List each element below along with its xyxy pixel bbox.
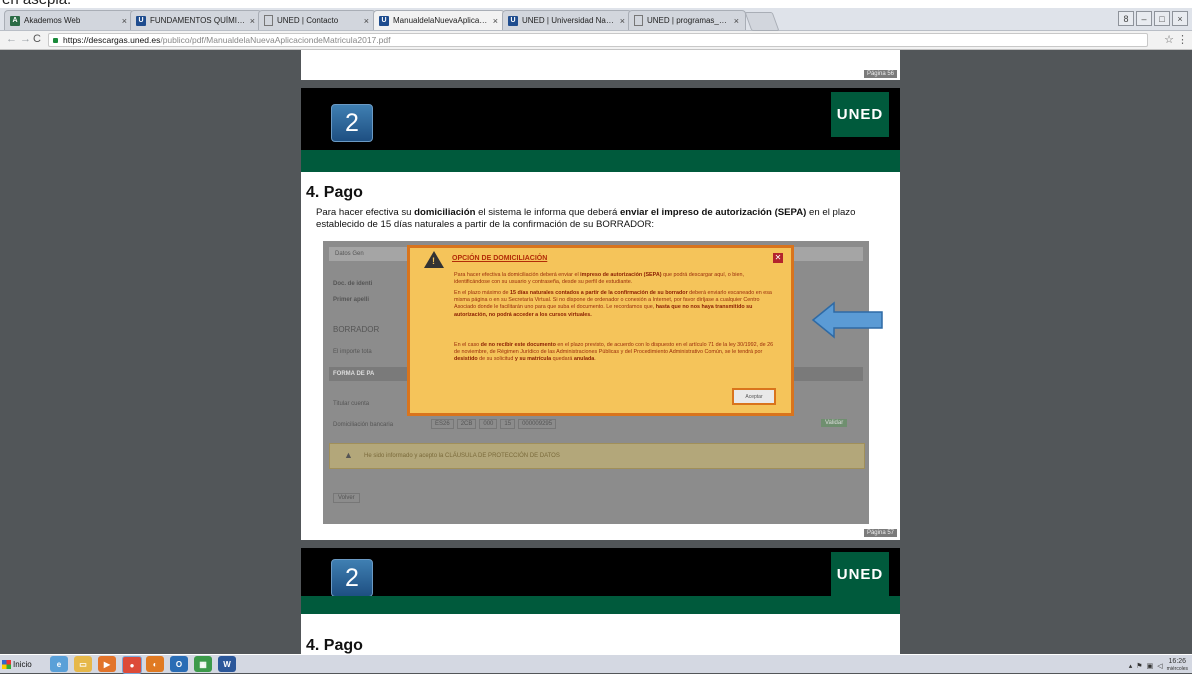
bg-label: BORRADOR — [333, 325, 380, 334]
warning-icon — [424, 251, 444, 268]
close-icon[interactable]: × — [250, 16, 255, 26]
tab-label: UNED | Universidad Nacion — [522, 16, 616, 25]
section-banner: 2 UNED — [301, 88, 900, 172]
modal-paragraph-2: En el plazo máximo de 15 días naturales … — [454, 290, 772, 318]
tab-label: UNED | Contacto — [277, 16, 339, 25]
tab-manual-pdf[interactable]: U ManualdelaNuevaAplicacion × — [373, 10, 505, 30]
lock-icon — [53, 37, 58, 43]
windows-taskbar: Inicio e ▭ ▶ ● ◐ O ▦ W ▴ ⚑ ▣ ◁ 16:26 miér… — [0, 654, 1192, 674]
url-input[interactable]: https://descargas.uned.es /publico/pdf/M… — [48, 33, 1148, 47]
internet-explorer-icon[interactable]: e — [50, 656, 68, 672]
minimize-icon[interactable]: – — [1136, 11, 1152, 26]
section-heading: 4. Pago — [306, 184, 363, 201]
bg-label: Primer apelli — [333, 297, 370, 303]
modal-title: OPCIÓN DE DOMICILIACIÓN — [452, 255, 548, 262]
close-window-icon[interactable]: × — [1172, 11, 1188, 26]
close-icon[interactable]: × — [122, 16, 127, 26]
banner-green-bar — [301, 150, 900, 172]
caption-fragment: en asepia. — [0, 0, 1192, 8]
tab-label: ManualdelaNuevaAplicacion — [393, 16, 489, 25]
tray-arrow-icon[interactable]: ▴ — [1129, 662, 1133, 670]
start-button[interactable]: Inicio — [2, 657, 42, 671]
pointer-arrow-icon — [811, 301, 883, 339]
uned-favicon-icon: U — [379, 15, 389, 26]
media-player-icon[interactable]: ▶ — [98, 656, 116, 672]
close-icon[interactable]: × — [364, 16, 369, 26]
address-bar: ← → C https://descargas.uned.es /publico… — [0, 31, 1192, 50]
document-favicon-icon — [634, 15, 643, 26]
pdf-page-56: Página 56 — [301, 50, 900, 80]
firefox-icon[interactable]: ◐ — [146, 656, 164, 672]
clock[interactable]: 16:26 miércoles — [1167, 658, 1188, 673]
pdf-viewer[interactable]: Página 56 2 UNED 4. Pago Para hacer efec… — [0, 50, 1192, 654]
maximize-icon[interactable]: □ — [1154, 11, 1170, 26]
page-number-label: Página 57 — [863, 529, 897, 537]
forward-arrow-icon[interactable]: → — [20, 33, 31, 45]
browser-tab-bar: A Akademos Web × U FUNDAMENTOS QUÍMICOS … — [0, 8, 1192, 31]
bg-check-row: ▲ He sido informado y acepto la CLÁUSULA… — [329, 443, 865, 469]
menu-icon[interactable]: ⋮ — [1177, 33, 1188, 46]
tab-akademos[interactable]: A Akademos Web × — [4, 10, 134, 30]
chrome-icon[interactable]: ● — [122, 656, 142, 674]
user-icon[interactable]: 8 — [1118, 11, 1134, 26]
word-icon[interactable]: W — [218, 656, 236, 672]
modal-paragraph-3: En el caso de no recibir este documento … — [454, 342, 774, 363]
section-banner: 2 UNED — [301, 548, 900, 614]
outlook-icon[interactable]: O — [170, 656, 188, 672]
bg-label: Domiciliación bancaria — [333, 422, 394, 428]
close-icon[interactable]: × — [493, 16, 498, 26]
uned-logo: UNED — [831, 92, 889, 137]
accept-button[interactable]: Aceptar — [732, 388, 776, 405]
uned-favicon-icon: U — [508, 15, 518, 26]
page-number-label: Página 56 — [863, 70, 897, 78]
spreadsheet-icon[interactable]: ▦ — [194, 656, 212, 672]
tab-programas-doctorado[interactable]: UNED | programas_doctora × — [628, 10, 746, 30]
section-number-badge: 2 — [331, 559, 373, 597]
network-icon[interactable]: ▣ — [1147, 662, 1154, 670]
close-icon[interactable]: × — [734, 16, 739, 26]
folder-icon[interactable]: ▭ — [74, 656, 92, 672]
bg-warning-icon: ▲ — [344, 450, 353, 460]
reload-icon[interactable]: C — [33, 33, 41, 45]
new-tab-button[interactable] — [744, 12, 780, 31]
volume-icon[interactable]: ◁ — [1157, 662, 1162, 670]
url-path: /publico/pdf/ManualdelaNuevaAplicacionde… — [160, 35, 391, 45]
uned-favicon-icon: U — [136, 15, 146, 26]
bg-iban-fields: ES26 2CB 000 15 000009295 — [431, 419, 557, 429]
section-number-badge: 2 — [331, 104, 373, 142]
tab-contacto[interactable]: UNED | Contacto × — [258, 10, 376, 30]
pdf-page-57: 2 UNED 4. Pago Para hacer efectiva su do… — [301, 88, 900, 540]
embedded-screenshot: Datos Gen Doc. de identi Primer apelli B… — [323, 241, 869, 524]
modal-paragraph-1: Para hacer efectiva la domiciliación deb… — [454, 272, 744, 286]
close-icon[interactable]: × — [620, 16, 625, 26]
bg-label: El importe tota — [333, 349, 372, 355]
tab-fundamentos[interactable]: U FUNDAMENTOS QUÍMICOS × — [130, 10, 262, 30]
pdf-page-58: 2 UNED 4. Pago — [301, 548, 900, 654]
windows-logo-icon — [2, 659, 11, 669]
url-host: https://descargas.uned.es — [63, 35, 161, 45]
tab-uned-universidad[interactable]: U UNED | Universidad Nacion × — [502, 10, 632, 30]
tab-label: Akademos Web — [24, 16, 81, 25]
flag-icon[interactable]: ⚑ — [1136, 662, 1142, 670]
tab-label: UNED | programas_doctora — [647, 16, 730, 25]
tab-label: FUNDAMENTOS QUÍMICOS — [150, 16, 246, 25]
close-icon[interactable]: ✕ — [773, 253, 783, 263]
bg-validar-button: Validar — [821, 419, 848, 427]
bg-label: Titular cuenta — [333, 401, 370, 407]
back-arrow-icon[interactable]: ← — [6, 33, 17, 45]
akademos-favicon-icon: A — [10, 15, 20, 26]
section-heading: 4. Pago — [306, 637, 363, 654]
window-controls: 8 – □ × — [1118, 11, 1188, 26]
domiciliacion-modal: OPCIÓN DE DOMICILIACIÓN ✕ Para hacer efe… — [407, 245, 794, 416]
bg-label: Doc. de identi — [333, 281, 373, 287]
uned-logo: UNED — [831, 552, 889, 597]
banner-green-bar — [301, 596, 900, 614]
intro-paragraph: Para hacer efectiva su domiciliación el … — [316, 207, 856, 230]
document-favicon-icon — [264, 15, 273, 26]
bookmark-star-icon[interactable]: ☆ — [1164, 33, 1174, 46]
system-tray: ▴ ⚑ ▣ ◁ 16:26 miércoles — [1129, 658, 1188, 673]
bg-volver-button: Volver — [333, 493, 360, 503]
